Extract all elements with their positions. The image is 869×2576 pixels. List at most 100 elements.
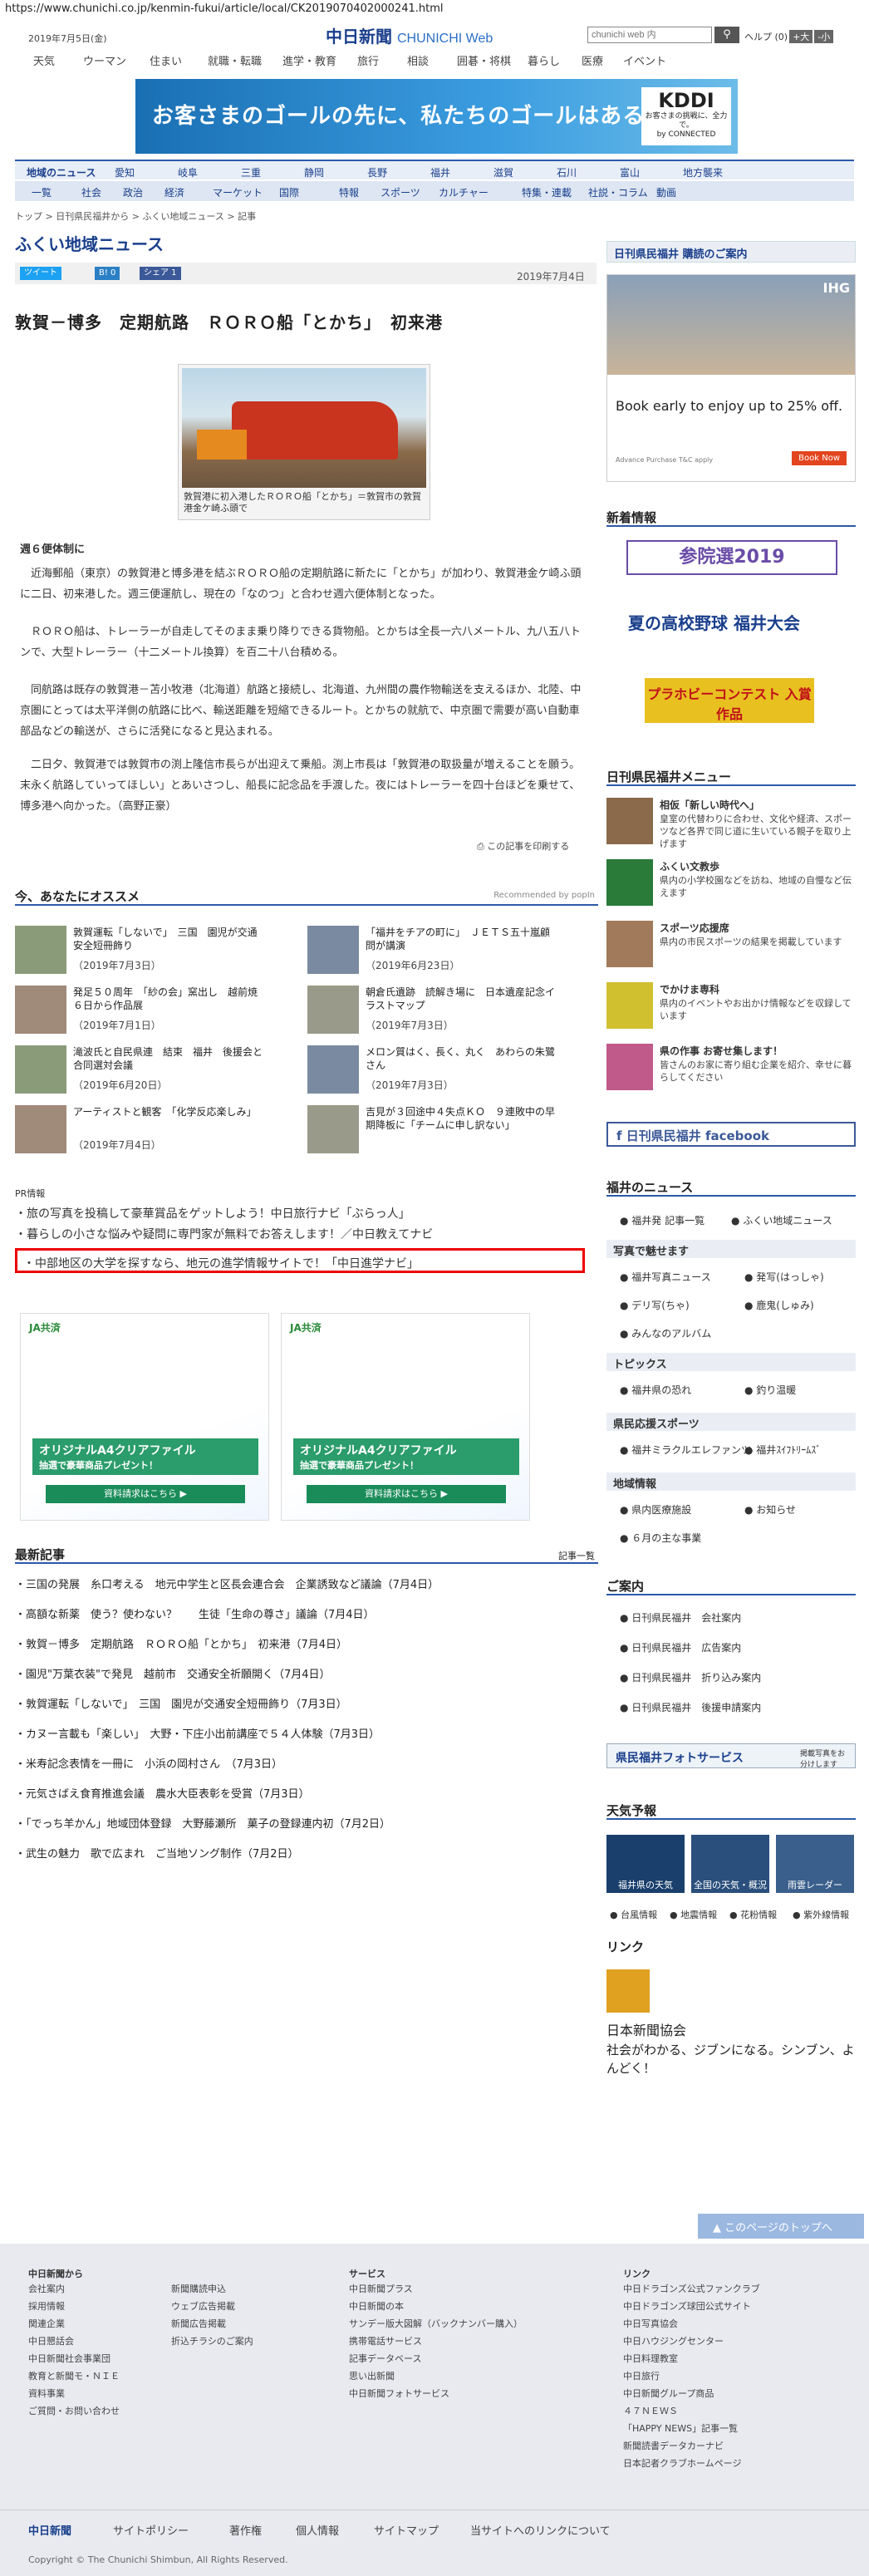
- sanin-banner[interactable]: 参院選2019: [626, 540, 837, 575]
- latest-item[interactable]: ・カヌー言載も「楽しい」 大野・下庄小出前講座で５４人体験（7月3日）: [15, 1725, 380, 1741]
- category-nav-item[interactable]: 地域のニュース: [27, 165, 96, 179]
- koshien-banner[interactable]: 夏の高校野球 福井大会: [606, 610, 856, 638]
- photo-service-banner[interactable]: 県民福井フォトサービス 掲載写真をお分けします: [606, 1743, 856, 1769]
- category-nav-item[interactable]: 富山: [620, 165, 640, 179]
- category-nav-item[interactable]: 政治: [123, 185, 143, 199]
- photo-link-3[interactable]: ● デリ写(ちゃ): [620, 1298, 690, 1312]
- ihg-ad[interactable]: IHG Book early to enjoy up to 25% off. A…: [606, 274, 856, 482]
- weather-link-2[interactable]: ● 地震情報: [670, 1908, 717, 1921]
- footer-link[interactable]: 中日新聞社会事業団: [28, 2350, 120, 2367]
- weather-radar[interactable]: 雨雲レーダー: [776, 1835, 854, 1893]
- weather-link-3[interactable]: ● 花粉情報: [729, 1908, 777, 1921]
- jnpa-name[interactable]: 日本新聞協会: [606, 2019, 856, 2039]
- guide-link-4[interactable]: ● 日刊県民福井 後援申請案内: [620, 1700, 761, 1714]
- footer-bar-link[interactable]: 当サイトへのリンクについて: [470, 2522, 611, 2538]
- ja-ad-2[interactable]: JA共済 オリジナルA4クリアファイル 抽選で豪華商品プレゼント！ 資料請求はこち…: [281, 1313, 530, 1521]
- footer-link[interactable]: ご質問・お問い合わせ: [28, 2402, 120, 2420]
- footer-bar-link[interactable]: サイトポリシー: [113, 2522, 189, 2538]
- global-nav-item[interactable]: 相談: [407, 52, 429, 68]
- topics-link-1[interactable]: ● 福井県の恐れ: [620, 1383, 691, 1397]
- menu-item-title[interactable]: ふくい文教歩: [660, 859, 856, 873]
- global-nav-item[interactable]: 就職・転職: [208, 52, 262, 68]
- global-nav-item[interactable]: 暮らし: [528, 52, 560, 68]
- article-photo[interactable]: 敦賀港に初入港したＲＯＲＯ船「とかち」＝敦賀市の敦賀港金ケ崎ふ頭で: [178, 364, 430, 520]
- latest-item[interactable]: ・敦賀－博多 定期航路 ＲＯＲＯ船「とかち」 初来港（7月4日）: [15, 1635, 347, 1651]
- photo-link-1[interactable]: ● 福井写真ニュース: [620, 1270, 711, 1284]
- footer-link[interactable]: 会社案内: [28, 2280, 120, 2298]
- pr-item-2[interactable]: ・暮らしの小さな悩みや疑問に専門家が無料でお答えします！／中日教えてナビ: [15, 1226, 433, 1242]
- latest-item[interactable]: ・武生の魅力 歌で広まれ ご当地ソング制作（7月2日）: [15, 1845, 299, 1861]
- footer-link[interactable]: 折込チラシのご案内: [171, 2333, 253, 2350]
- global-nav-item[interactable]: 住まい: [150, 52, 182, 68]
- category-nav-item[interactable]: 長野: [367, 165, 387, 179]
- ja-ad-1-button[interactable]: 資料請求はこちら ▶: [46, 1485, 245, 1503]
- footer-link[interactable]: ４７ＮＥＷＳ: [623, 2402, 760, 2420]
- fukui-news-link-2[interactable]: ● ふくい地域ニュース: [731, 1213, 832, 1227]
- footer-link[interactable]: 中日ドラゴンズ公式ファンクラブ: [623, 2280, 760, 2298]
- footer-link[interactable]: 新聞購読申込: [171, 2280, 253, 2298]
- latest-item[interactable]: ・「でっち羊かん」地域団体登録 大野藤瀬所 菓子の登録連内初（7月2日）: [15, 1815, 390, 1831]
- global-nav-item[interactable]: 天気: [33, 52, 55, 68]
- guide-link-2[interactable]: ● 日刊県民福井 広告案内: [620, 1640, 741, 1654]
- fukui-news-link-1[interactable]: ● 福井発 記事一覧: [620, 1213, 705, 1227]
- photo-link-5[interactable]: ● みんなのアルバム: [620, 1326, 711, 1340]
- footer-link[interactable]: 中日懇話会: [28, 2333, 120, 2350]
- latest-item[interactable]: ・高額な新薬 使う？使わない？ 生徒「生命の尊さ」議論（7月4日）: [15, 1605, 375, 1621]
- footer-link[interactable]: 中日新聞の本: [349, 2298, 523, 2315]
- local-link-2[interactable]: ● お知らせ: [744, 1502, 796, 1517]
- photo-link-4[interactable]: ● 鹿鬼(しゅみ): [744, 1298, 814, 1312]
- hobby-banner[interactable]: プラホビーコンテスト 入賞作品: [645, 678, 814, 723]
- footer-bar-link[interactable]: 中日新聞: [28, 2522, 71, 2538]
- latest-item[interactable]: ・敦賀運転「しないで」 三国 園児が交通安全短冊飾り（7月3日）: [15, 1695, 347, 1711]
- category-nav-item[interactable]: 一覧: [32, 185, 52, 199]
- footer-link[interactable]: 「HAPPY NEWS」記事一覧: [623, 2420, 760, 2437]
- category-nav-item[interactable]: 静岡: [304, 165, 324, 179]
- page-top-button[interactable]: ▲ このページのトップへ: [698, 2214, 864, 2239]
- menu-item-title[interactable]: スポーツ応援席: [660, 921, 856, 935]
- footer-bar-link[interactable]: 個人情報: [296, 2522, 339, 2538]
- footer-link[interactable]: 中日ドラゴンズ球団公式サイト: [623, 2298, 760, 2315]
- category-nav-item[interactable]: 経済: [164, 185, 184, 199]
- footer-bar-link[interactable]: サイトマップ: [374, 2522, 439, 2538]
- category-nav-item[interactable]: 愛知: [115, 165, 135, 179]
- facebook-banner[interactable]: f 日刊県民福井 facebook: [606, 1122, 856, 1147]
- photo-link-2[interactable]: ● 発写(はっしゃ): [744, 1270, 824, 1284]
- category-nav-item[interactable]: 特報: [339, 185, 359, 199]
- global-nav-item[interactable]: イベント: [623, 52, 666, 68]
- menu-item-thumb[interactable]: [606, 982, 653, 1029]
- breadcrumb[interactable]: トップ > 日刊県民福井から > ふくい地域ニュース > 記事: [15, 209, 256, 223]
- footer-link[interactable]: 記事データベース: [349, 2350, 523, 2367]
- menu-item-thumb[interactable]: [606, 921, 653, 967]
- weather-link-4[interactable]: ● 紫外線情報: [793, 1908, 849, 1921]
- sports-link-1[interactable]: ● 福井ミラクルエレファンツ: [620, 1443, 751, 1457]
- global-nav-item[interactable]: 旅行: [357, 52, 379, 68]
- footer-link[interactable]: 携帯電話サービス: [349, 2333, 523, 2350]
- footer-link[interactable]: ウェブ広告掲載: [171, 2298, 253, 2315]
- footer-link[interactable]: 中日新聞プラス: [349, 2280, 523, 2298]
- category-nav-item[interactable]: 三重: [241, 165, 261, 179]
- global-nav-item[interactable]: 進学・教育: [282, 52, 336, 68]
- search-input[interactable]: [587, 27, 712, 43]
- menu-item-title[interactable]: 県の作事 お寄せ集します！: [660, 1044, 856, 1058]
- latest-item[interactable]: ・園児"万葉衣装"で発見 越前市 交通安全祈願開く（7月4日）: [15, 1665, 331, 1681]
- global-nav-item[interactable]: 囲碁・将棋: [457, 52, 511, 68]
- footer-bar-link[interactable]: 著作権: [229, 2522, 262, 2538]
- local-link-1[interactable]: ● 県内医療施設: [620, 1502, 691, 1517]
- footer-link[interactable]: 中日新聞フォトサービス: [349, 2385, 523, 2402]
- latest-item[interactable]: ・元気さばえ食育推進会議 農水大臣表彰を受賞（7月3日）: [15, 1785, 310, 1801]
- category-nav-item[interactable]: マーケット: [213, 185, 263, 199]
- category-nav-item[interactable]: 滋賀: [493, 165, 513, 179]
- top-ad-banner[interactable]: お客さまのゴールの先に、私たちのゴールはある。 KDDI お客さまの挑戦に、全力…: [135, 79, 738, 154]
- sports-link-2[interactable]: ● 福井ｽｲﾌﾄﾘｰﾑｽﾞ: [744, 1443, 821, 1457]
- footer-link[interactable]: 中日旅行: [623, 2367, 760, 2385]
- address-bar[interactable]: https://www.chunichi.co.jp/kenmin-fukui/…: [0, 0, 869, 18]
- print-link[interactable]: ⎙ この記事を印刷する: [477, 839, 569, 853]
- jnpa-logo[interactable]: [606, 1969, 650, 2013]
- footer-link[interactable]: 中日写真協会: [623, 2315, 760, 2333]
- facebook-share-button[interactable]: シェア 1: [140, 267, 181, 280]
- search-icon[interactable]: ⚲: [714, 27, 739, 43]
- footer-link[interactable]: 中日新聞グループ商品: [623, 2385, 760, 2402]
- footer-link[interactable]: 中日料理教室: [623, 2350, 760, 2367]
- footer-link[interactable]: 新聞広告掲載: [171, 2315, 253, 2333]
- weather-link-1[interactable]: ● 台風情報: [610, 1908, 657, 1921]
